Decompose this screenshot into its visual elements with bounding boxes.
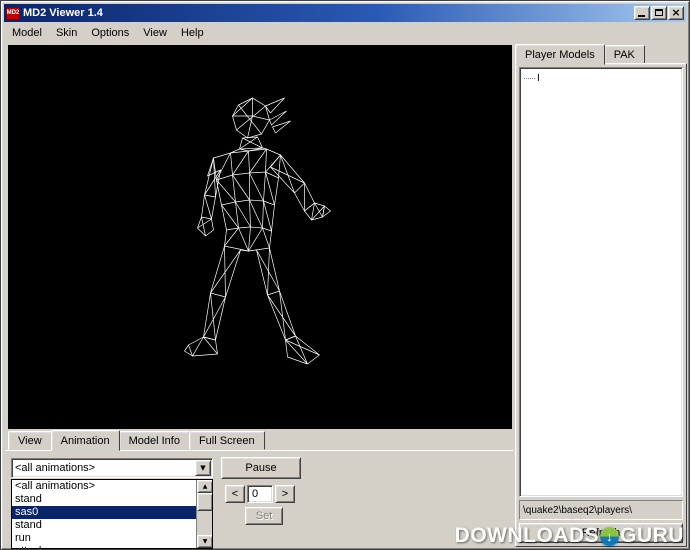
wireframe-model [184, 97, 331, 365]
tree-node[interactable]: I [524, 72, 682, 84]
app-window: MD2 MD2 Viewer 1.4 × Model Skin Options … [0, 0, 690, 550]
menu-item-help[interactable]: Help [174, 25, 211, 41]
close-icon: × [671, 6, 681, 19]
arrow-right-icon: > [281, 488, 289, 500]
list-item[interactable]: attack [12, 545, 196, 548]
menu-item-skin[interactable]: Skin [49, 25, 84, 41]
scroll-down-button[interactable]: ▼ [197, 535, 212, 548]
animation-panel: <all animations> ▼ Pause <all animations… [5, 450, 513, 549]
app-icon: MD2 [6, 6, 20, 20]
watermark-word1: DOWNLOADS [454, 524, 600, 547]
menu-item-options[interactable]: Options [84, 25, 136, 41]
list-item[interactable]: run [12, 532, 196, 545]
tab-pak[interactable]: PAK [603, 45, 645, 64]
list-scrollbar[interactable]: ▲ ▼ [196, 480, 212, 548]
combobox-value: <all animations> [15, 462, 96, 474]
right-tabstrip: Player Models PAK [515, 43, 645, 65]
models-path-field: \quake2\baseq2\players\ [519, 500, 683, 520]
list-item[interactable]: stand [12, 493, 196, 506]
list-item-selected[interactable]: sas0 [12, 506, 196, 519]
downloads-logo-icon: ↓ [600, 526, 620, 546]
scroll-thumb[interactable] [197, 493, 212, 511]
menubar: Model Skin Options View Help [5, 24, 685, 42]
tab-player-models[interactable]: Player Models [515, 44, 605, 65]
pause-button[interactable]: Pause [221, 457, 301, 479]
arrow-down-icon: ▼ [202, 538, 208, 545]
menu-item-model[interactable]: Model [5, 25, 49, 41]
list-item[interactable]: <all animations> [12, 480, 196, 493]
combobox-dropdown-button[interactable]: ▼ [195, 460, 211, 476]
maximize-button[interactable] [651, 6, 667, 20]
previous-frame-button[interactable]: < [225, 485, 245, 503]
bottom-tabstrip: View Animation Model Info Full Screen [8, 429, 513, 451]
tab-view[interactable]: View [8, 431, 52, 450]
arrow-left-icon: < [231, 488, 239, 500]
close-button[interactable]: × [668, 6, 684, 20]
set-button[interactable]: Set [245, 507, 283, 525]
watermark-word2: GURU [620, 524, 684, 547]
minimize-button[interactable] [634, 6, 650, 20]
tree-branch-icon [524, 77, 535, 79]
chevron-down-icon: ▼ [200, 464, 206, 472]
maximize-icon [655, 9, 663, 16]
arrow-up-icon: ▲ [202, 483, 208, 490]
tab-full-screen[interactable]: Full Screen [188, 431, 265, 450]
player-models-page: I \quake2\baseq2\players\ Refresh [515, 63, 687, 547]
list-item[interactable]: stand [12, 519, 196, 532]
tab-animation[interactable]: Animation [50, 430, 120, 451]
minimize-icon [638, 15, 645, 17]
menu-item-view[interactable]: View [136, 25, 174, 41]
model-viewport[interactable] [8, 45, 512, 429]
titlebar[interactable]: MD2 MD2 Viewer 1.4 × [4, 4, 686, 22]
right-panel: Player Models PAK I \quake2\baseq2\playe… [515, 43, 687, 547]
next-frame-button[interactable]: > [275, 485, 295, 503]
frame-number-field[interactable]: 0 [247, 485, 273, 503]
animation-combobox[interactable]: <all animations> ▼ [11, 458, 213, 478]
window-title: MD2 Viewer 1.4 [23, 7, 103, 19]
watermark: DOWNLOADS ↓ GURU [455, 524, 684, 548]
arrow-down-icon: ↓ [606, 528, 614, 544]
model-tree[interactable]: I [519, 67, 683, 497]
scroll-up-button[interactable]: ▲ [197, 480, 212, 493]
animation-dropdown-list: <all animations> stand sas0 stand run at… [11, 479, 213, 549]
tab-model-info[interactable]: Model Info [118, 431, 190, 450]
